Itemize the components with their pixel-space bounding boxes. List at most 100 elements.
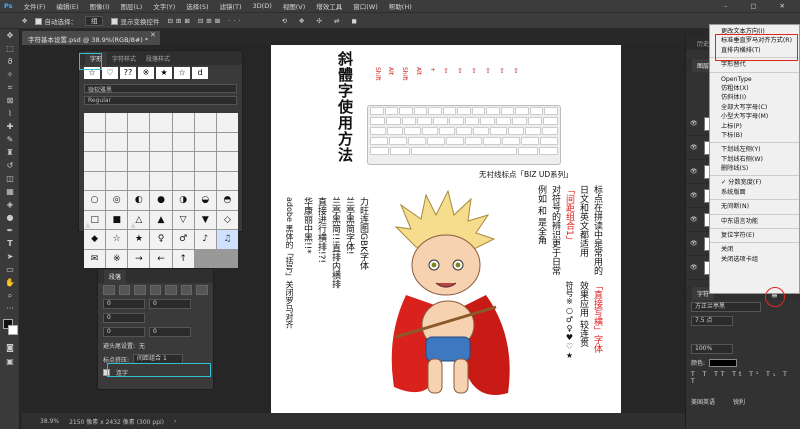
document-tab[interactable]: 字符基本设置.psd @ 38.9%(RGB/8#) * (22, 31, 160, 45)
space-after-field[interactable]: 0 (149, 327, 191, 337)
menu-faux-bold[interactable]: 仿粗体(X) (710, 84, 799, 93)
glyph-cell[interactable] (84, 113, 106, 132)
hand-icon[interactable]: ✋ (0, 276, 20, 289)
glyph-cell[interactable] (194, 132, 216, 151)
magic-wand-icon[interactable]: ✧ (0, 68, 20, 81)
glyph-cell[interactable] (128, 152, 150, 171)
lasso-icon[interactable]: ϑ (0, 55, 20, 68)
glyph-cell[interactable]: ◒ (194, 191, 216, 210)
move-icon[interactable]: ✥ (0, 29, 20, 42)
glyph-cell[interactable] (172, 132, 194, 151)
blur-icon[interactable]: ◈ (0, 198, 20, 211)
glyph-cell[interactable] (194, 113, 216, 132)
glyph-cell[interactable]: ☆ (106, 230, 128, 249)
quick-mask-icon[interactable]: ◙ (0, 341, 20, 354)
document-page[interactable]: 斜體字使用方法 Shift Alt Shift Alt + ⇧ ⇧ ⇧ ⇧ ⇧ … (271, 45, 621, 413)
glyph-cell[interactable]: ← (150, 249, 172, 268)
indent-right-field[interactable]: 0 (149, 299, 191, 309)
text-color-swatch[interactable] (709, 358, 738, 367)
eye-icon[interactable]: 👁 (690, 264, 698, 271)
eye-icon[interactable]: 👁 (690, 240, 698, 247)
vertical-scale-field[interactable]: 100% (691, 344, 733, 354)
glyph-font-dropdown[interactable]: 微软雅黑 (84, 84, 237, 94)
recent-glyph[interactable]: ★ (156, 67, 172, 79)
font-family-dropdown[interactable]: 方正兰亭黑 (691, 302, 761, 312)
align-center-icon[interactable] (118, 285, 131, 295)
glyph-cell[interactable] (194, 171, 216, 190)
tab-paragraph[interactable]: 段落 (104, 270, 127, 283)
menu-item-view[interactable]: 视图(V) (283, 1, 306, 11)
menu-item-3d[interactable]: 3D(D) (253, 2, 272, 10)
glyph-cell[interactable]: ◓ (216, 191, 238, 210)
type-icon[interactable]: T (0, 237, 20, 250)
zoom-icon[interactable]: ⌕ (0, 289, 20, 302)
menu-underline-left[interactable]: 下划线左侧(Y) (710, 145, 799, 154)
eraser-icon[interactable]: ◫ (0, 172, 20, 185)
eye-icon[interactable]: 👁 (690, 216, 698, 223)
gradient-icon[interactable]: ▦ (0, 185, 20, 198)
screen-mode-icon[interactable]: ▣ (0, 355, 20, 368)
recent-glyph[interactable]: ?? (120, 67, 136, 79)
path-select-icon[interactable]: ➤ (0, 250, 20, 263)
eye-icon[interactable]: 👁 (690, 168, 698, 175)
move-tool-icon[interactable]: ✥ (22, 17, 27, 25)
glyph-cell[interactable] (150, 152, 172, 171)
menu-item-file[interactable]: 文件(F) (24, 1, 46, 11)
stamp-icon[interactable]: ♜ (0, 146, 20, 159)
pen-icon[interactable]: ✒ (0, 224, 20, 237)
menu-middle-east-features[interactable]: 中东语言功能 (710, 217, 799, 226)
recent-glyph[interactable]: ☆ (174, 67, 190, 79)
menu-fractional-widths[interactable]: ✓ 分数宽度(F) (710, 178, 799, 187)
menu-item-layer[interactable]: 图层(L) (121, 1, 143, 11)
glyph-cell[interactable] (106, 171, 128, 190)
menu-subscript[interactable]: 下标(B) (710, 131, 799, 140)
justify-all-icon[interactable] (196, 285, 209, 295)
frame-icon[interactable]: ⊠ (0, 94, 20, 107)
glyph-cell[interactable] (216, 171, 238, 190)
close-icon[interactable]: ✕ (780, 2, 785, 10)
glyph-cell[interactable] (172, 152, 194, 171)
glyph-cell[interactable] (128, 171, 150, 190)
menu-item-image[interactable]: 图像(I) (90, 1, 110, 11)
menu-strikethrough[interactable]: 删除线(S) (710, 164, 799, 173)
glyph-cell[interactable]: ♪ (194, 230, 216, 249)
dodge-icon[interactable]: ● (0, 211, 20, 224)
menu-item-window[interactable]: 窗口(W) (353, 1, 378, 11)
glyph-cell[interactable] (106, 113, 128, 132)
glyph-cell[interactable]: ★ (128, 230, 150, 249)
menu-item-select[interactable]: 选择(S) (186, 1, 208, 11)
indent-left-field[interactable]: 0 (103, 299, 145, 309)
tab-character-styles[interactable]: 字符样式 (107, 52, 141, 65)
glyph-cell[interactable] (216, 113, 238, 132)
glyph-cell[interactable] (150, 113, 172, 132)
recent-glyph[interactable]: d (192, 67, 208, 79)
maximize-icon[interactable]: □ (750, 2, 756, 10)
photoshop-logo-icon[interactable]: Ps (4, 2, 13, 10)
glyph-cell[interactable]: ✉ (84, 249, 106, 268)
menu-item-edit[interactable]: 编辑(E) (56, 1, 78, 11)
glyph-cell[interactable]: ♀ (150, 230, 172, 249)
language-dropdown[interactable]: 美国英语 (691, 397, 715, 406)
menu-underline-right[interactable]: 下划线右侧(W) (710, 155, 799, 164)
menu-faux-italic[interactable]: 仿斜体(I) (710, 93, 799, 102)
glyph-zoom-controls[interactable]: ▲▲ (85, 221, 176, 229)
glyph-cell[interactable] (216, 152, 238, 171)
menu-small-caps[interactable]: 小型大写字母(M) (710, 112, 799, 121)
menu-glyph-alternates[interactable]: 字形替代 (710, 60, 799, 69)
recent-glyph[interactable]: ※ (138, 67, 154, 79)
glyph-cell[interactable] (128, 132, 150, 151)
indent-first-field[interactable]: 0 (103, 313, 145, 323)
menu-no-break[interactable]: 无间断(N) (710, 202, 799, 211)
align-icons[interactable]: ⊟⊞⊠ ⊟⊞⊠ ··· (167, 17, 243, 25)
glyph-cell[interactable] (106, 132, 128, 151)
font-size-field[interactable]: 7.5 点 (691, 316, 733, 326)
background-color-swatch[interactable] (8, 325, 18, 335)
menu-close-tab-group[interactable]: 关闭选项卡组 (710, 255, 799, 264)
marquee-icon[interactable]: ⬚ (0, 42, 20, 55)
glyph-cell[interactable]: ◇ (216, 210, 238, 229)
menu-close[interactable]: 关闭 (710, 245, 799, 254)
glyph-cell[interactable]: ◆ (84, 230, 106, 249)
zoom-level[interactable]: 38.9% (40, 418, 59, 425)
history-brush-icon[interactable]: ↺ (0, 159, 20, 172)
space-before-field[interactable]: 0 (103, 327, 145, 337)
